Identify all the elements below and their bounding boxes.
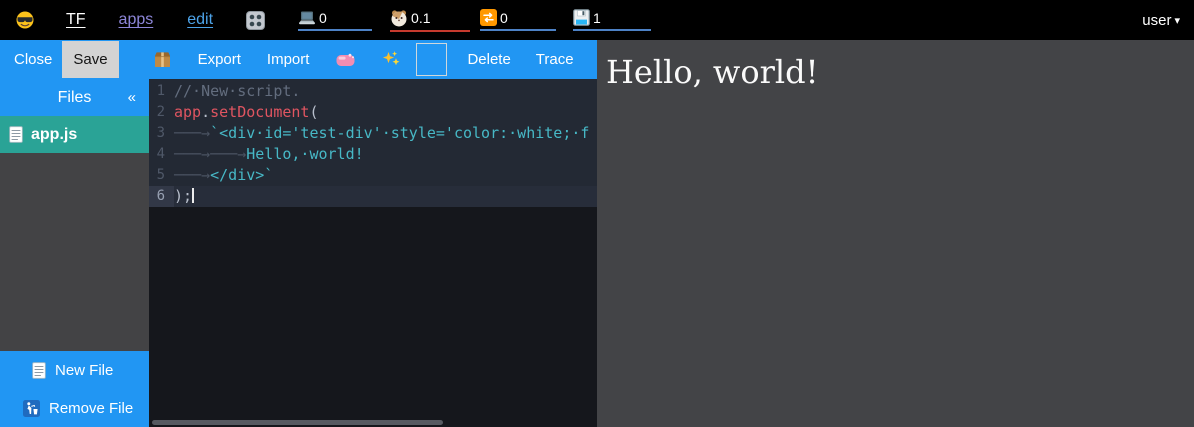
package-icon[interactable]: [153, 51, 172, 68]
litter-bin-icon: [23, 400, 40, 417]
new-file-label: New File: [55, 362, 113, 379]
sidebar-spacer: [0, 153, 149, 351]
code-text: ───→───→Hello,·world!: [174, 144, 364, 165]
collapse-sidebar-button[interactable]: «: [128, 79, 136, 116]
line-number: 3: [149, 123, 174, 144]
floppy-icon: [573, 9, 590, 26]
line-number: 6: [149, 186, 174, 207]
horizontal-scrollbar[interactable]: [152, 420, 443, 425]
stat-laptop[interactable]: 0: [298, 10, 372, 31]
code-line: 4───→───→Hello,·world!: [149, 144, 597, 165]
content: Close Save Export Import: [0, 40, 1194, 427]
top-bar: TF apps edit 0: [0, 0, 1194, 40]
document-icon: [9, 126, 23, 143]
code-token: ───→: [210, 145, 246, 163]
laptop-icon: [298, 11, 316, 25]
stat-refresh-value: 0: [500, 10, 508, 26]
code-lines: 1//·New·script.2app.setDocument(3───→`<d…: [149, 79, 597, 207]
stat-hamster-value: 0.1: [411, 10, 430, 26]
delete-button[interactable]: Delete: [467, 51, 510, 68]
code-token: ───→: [174, 166, 210, 184]
nav-link-apps[interactable]: apps: [119, 11, 154, 29]
code-token: (: [309, 103, 318, 121]
code-token: //·New·script.: [174, 82, 300, 100]
toolbar-empty-box[interactable]: [416, 43, 447, 76]
close-button[interactable]: Close: [14, 51, 52, 68]
stat-hamster[interactable]: 0.1: [390, 9, 470, 32]
files-header: Files «: [0, 79, 149, 116]
code-token: app: [174, 103, 201, 121]
code-editor[interactable]: 1//·New·script.2app.setDocument(3───→`<d…: [149, 79, 597, 427]
export-button[interactable]: Export: [198, 51, 241, 68]
hamster-icon: [390, 9, 408, 27]
new-file-icon: [32, 362, 46, 379]
code-token: );: [174, 187, 192, 205]
nav-link-edit[interactable]: edit: [187, 11, 213, 29]
code-token: .: [201, 103, 210, 121]
import-button[interactable]: Import: [267, 51, 310, 68]
control-knobs-icon[interactable]: [246, 11, 265, 30]
workspace-row: Files « app.js: [0, 79, 597, 427]
code-line: 1//·New·script.: [149, 81, 597, 102]
code-line: 3───→`<div·id='test-div'·style='color:·w…: [149, 123, 597, 144]
files-sidebar: Files « app.js: [0, 79, 149, 427]
code-token: setDocument: [210, 103, 309, 121]
code-token: </div>`: [210, 166, 273, 184]
sunglasses-face-icon[interactable]: [16, 11, 34, 29]
code-token: `<div·id='test-div'·style='color:·white;…: [210, 124, 589, 142]
line-number: 4: [149, 144, 174, 165]
code-token: ───→: [174, 145, 210, 163]
code-token: ───→: [174, 124, 210, 142]
code-text: app.setDocument(: [174, 102, 319, 123]
file-item-label: app.js: [31, 126, 77, 144]
code-line: 2app.setDocument(: [149, 102, 597, 123]
save-button[interactable]: Save: [62, 41, 118, 78]
brand-link[interactable]: TF: [66, 11, 86, 29]
new-file-button[interactable]: New File: [0, 351, 149, 389]
code-text: ───→</div>`: [174, 165, 273, 186]
user-menu-label: user: [1142, 12, 1171, 29]
soap-icon[interactable]: [336, 53, 355, 67]
code-text: );: [174, 186, 194, 207]
code-line: 6);: [149, 186, 597, 207]
files-title: Files: [58, 89, 92, 107]
remove-file-label: Remove File: [49, 400, 133, 417]
refresh-icon: [480, 9, 497, 26]
preview-heading: Hello, world!: [597, 40, 1194, 91]
line-number: 5: [149, 165, 174, 186]
code-token: Hello,·world!: [246, 145, 363, 163]
code-text: ───→`<div·id='test-div'·style='color:·wh…: [174, 123, 589, 144]
trace-button[interactable]: Trace: [536, 51, 574, 68]
sparkles-icon[interactable]: [382, 50, 401, 69]
file-item-appjs[interactable]: app.js: [0, 116, 149, 153]
text-cursor: [192, 188, 194, 203]
stat-save[interactable]: 1: [573, 9, 651, 31]
line-number: 1: [149, 81, 174, 102]
editor-toolbar: Close Save Export Import: [0, 40, 597, 79]
editor-panel: Close Save Export Import: [0, 40, 597, 427]
stat-laptop-value: 0: [319, 10, 327, 26]
stat-refresh[interactable]: 0: [480, 9, 556, 31]
code-text: //·New·script.: [174, 81, 300, 102]
stat-save-value: 1: [593, 10, 601, 26]
user-menu[interactable]: user ▾: [1142, 12, 1180, 29]
code-line: 5───→</div>`: [149, 165, 597, 186]
line-number: 2: [149, 102, 174, 123]
preview-pane: Hello, world!: [597, 40, 1194, 427]
remove-file-button[interactable]: Remove File: [0, 389, 149, 427]
chevron-down-icon: ▾: [1174, 14, 1180, 27]
